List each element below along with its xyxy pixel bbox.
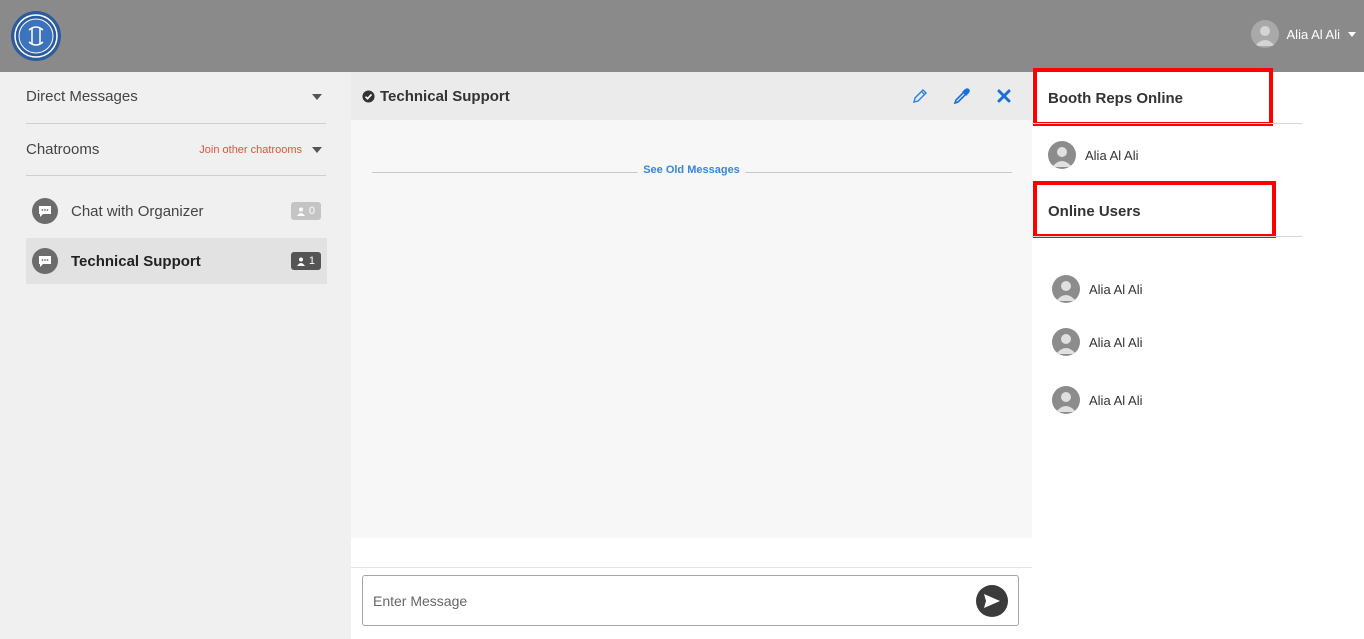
message-composer [362,575,1019,626]
check-circle-icon [362,89,375,103]
user-avatar-icon [1052,328,1080,356]
chat-header: Technical Support [351,72,1032,120]
user-menu[interactable]: Alia Al Ali [1250,20,1356,48]
chat-title: Technical Support [380,87,510,105]
direct-messages-header[interactable]: Direct Messages [26,88,327,105]
chatrooms-title: Chatrooms [26,141,100,158]
user-name: Alia Al Ali [1286,26,1340,42]
message-area: See Old Messages [351,120,1032,538]
user-name: Alia Al Ali [1089,281,1143,297]
user-avatar-icon [1250,20,1279,48]
chatroom-label: Chat with Organizer [71,202,204,220]
online-user-item[interactable]: Alia Al Ali [1052,328,1142,356]
top-bar: Alia Al Ali [0,0,1364,72]
member-count-badge: 0 [290,202,321,220]
user-avatar-icon [1052,386,1080,414]
highlight-box [1033,181,1276,238]
send-icon [984,593,1000,608]
booth-rep-item[interactable]: Alia Al Ali [1048,141,1138,169]
chat-bubble-icon [32,248,58,274]
message-input[interactable] [373,592,976,609]
close-icon[interactable] [994,86,1014,106]
see-old-messages-link[interactable]: See Old Messages [637,164,746,176]
user-avatar-icon [1052,275,1080,303]
user-name: Alia Al Ali [1089,334,1143,350]
online-user-item[interactable]: Alia Al Ali [1052,275,1142,303]
chevron-down-icon[interactable] [312,93,322,100]
chatrooms-header: Chatrooms Join other chatrooms [26,141,327,158]
divider [26,123,326,124]
user-name: Alia Al Ali [1085,147,1139,163]
member-count: 1 [308,255,315,267]
join-other-chatrooms[interactable]: Join other chatrooms [199,144,327,156]
member-count-badge: 1 [290,252,321,270]
eyedropper-icon[interactable] [952,86,972,106]
member-count: 0 [308,205,315,217]
chatroom-label: Technical Support [71,252,201,270]
chatroom-item-active[interactable]: Technical Support 1 [26,238,327,284]
online-user-item[interactable]: Alia Al Ali [1052,386,1142,414]
chevron-down-icon [1348,31,1356,37]
chat-toolbar [910,86,1014,106]
highlight-box [1033,68,1273,126]
chatroom-item[interactable]: Chat with Organizer 0 [26,188,327,234]
send-button[interactable] [976,584,1008,617]
divider [351,567,1032,568]
chat-panel: Technical Support See Old Messages [351,72,1032,639]
chat-bubble-icon [32,198,58,224]
pencil-icon[interactable] [910,86,930,106]
logo[interactable] [10,10,62,62]
divider [1032,236,1302,237]
divider [1032,123,1302,124]
user-name: Alia Al Ali [1089,392,1143,408]
join-other-chatrooms-link[interactable]: Join other chatrooms [199,144,302,156]
divider [26,175,326,176]
chevron-down-icon[interactable] [312,146,322,153]
chat-title-wrap: Technical Support [362,88,510,105]
user-avatar-icon [1048,141,1076,169]
user-icon [296,207,305,216]
user-icon [296,257,305,266]
right-panel: Booth Reps Online Alia Al Ali Online Use… [1032,68,1364,639]
sidebar: Direct Messages Chatrooms Join other cha… [0,72,351,639]
direct-messages-title: Direct Messages [26,88,138,105]
